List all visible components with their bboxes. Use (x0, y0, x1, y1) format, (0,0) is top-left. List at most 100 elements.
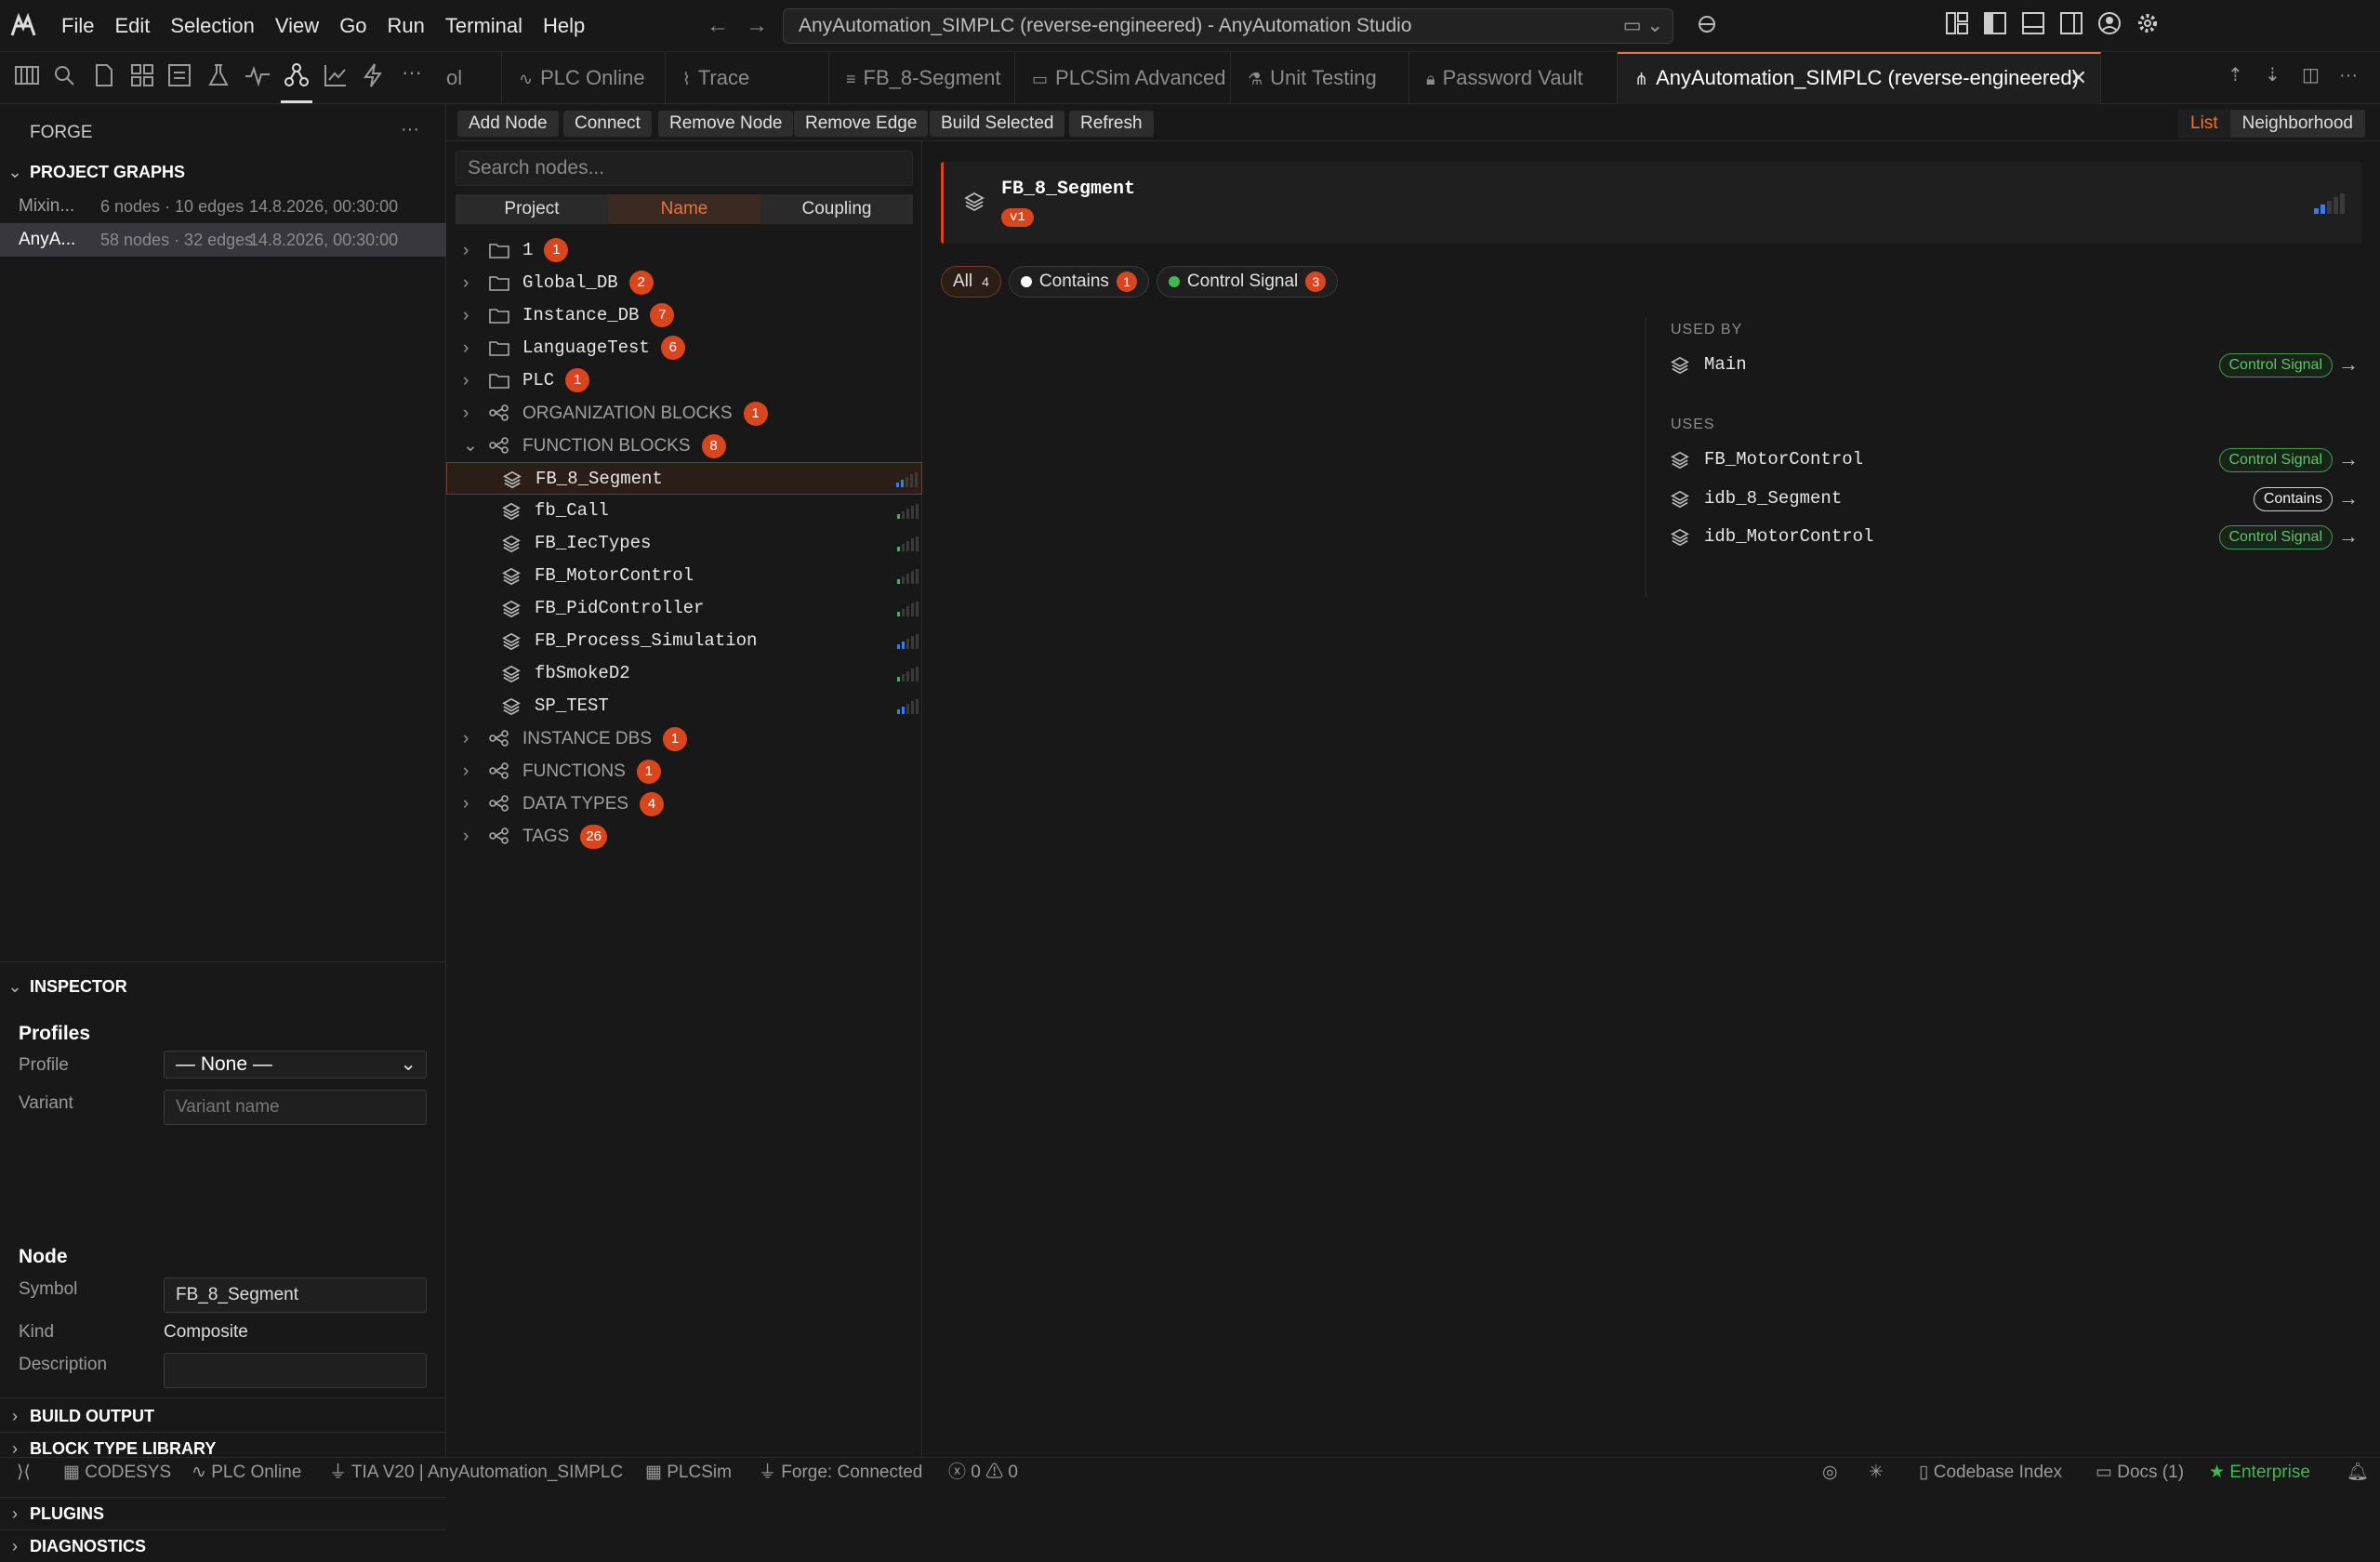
remote-icon[interactable]: ⟩⟨ (17, 1458, 31, 1488)
tree-group-global-db[interactable]: › Global_DB 2 (446, 267, 922, 299)
connect-button[interactable]: Connect (563, 111, 652, 137)
copilot-icon[interactable]: ◎ (1822, 1458, 1838, 1488)
tree-node-fb-pidcontroller[interactable]: FB_PidController (446, 592, 922, 625)
split-editor-icon[interactable]: ◫ (2302, 63, 2328, 91)
variant-input[interactable]: Variant name (164, 1090, 427, 1125)
tree-group-instance-dbs[interactable]: › INSTANCE DBS 1 (446, 722, 922, 755)
rocket-icon[interactable]: ⇡ (2228, 63, 2254, 91)
trend-chart-icon[interactable] (322, 61, 350, 89)
menu-terminal[interactable]: Terminal (445, 0, 522, 52)
plc-online-status[interactable]: ∿ PLC Online (192, 1458, 301, 1488)
flask-icon[interactable] (205, 61, 232, 89)
remove-edge-button[interactable]: Remove Edge (794, 111, 929, 137)
notifications-bell-icon[interactable]: 🔔︎ (2347, 1458, 2369, 1488)
uses-row-idb-8-segment[interactable]: idb_8_Segment Contains → (1671, 482, 2359, 515)
menu-go[interactable]: Go (339, 0, 366, 52)
menu-help[interactable]: Help (543, 0, 585, 52)
navigate-arrow-icon[interactable]: → (2338, 520, 2359, 553)
extensions-icon[interactable] (128, 61, 156, 89)
tree-group-instance-db[interactable]: › Instance_DB 7 (446, 299, 922, 332)
more-icon[interactable]: ··· (402, 61, 430, 89)
mode-coupling-tab[interactable]: Coupling (760, 194, 913, 224)
chat-icon[interactable]: ▭ ⌄ (1623, 9, 1663, 43)
build-selected-button[interactable]: Build Selected (930, 111, 1065, 137)
section-plugins[interactable]: › PLUGINS (0, 1498, 446, 1529)
tree-group-organization-blocks[interactable]: › ORGANIZATION BLOCKS 1 (446, 397, 922, 430)
tab-password-vault[interactable]: 🔒︎ Password Vault (1409, 52, 1618, 104)
tree-group-function-blocks[interactable]: ⌄ FUNCTION BLOCKS 8 (446, 430, 922, 462)
codebase-index-status[interactable]: ▯ Codebase Index (1919, 1458, 2062, 1488)
profile-select[interactable]: — None — ⌄ (164, 1051, 427, 1079)
toggle-secondary-sidebar-icon[interactable] (2059, 11, 2087, 39)
transfer-icon[interactable] (165, 61, 193, 89)
navigate-arrow-icon[interactable]: → (2338, 443, 2359, 476)
tree-group-languagetest[interactable]: › LanguageTest 6 (446, 332, 922, 364)
back-arrow-icon[interactable]: ← (707, 13, 729, 38)
rocket-off-icon[interactable]: ⇣ (2265, 63, 2291, 91)
refresh-button[interactable]: Refresh (1069, 111, 1154, 137)
problems-status[interactable]: ⓧ 0 ⚠ 0 (948, 1458, 1018, 1488)
sparkle-icon[interactable]: ✳ (1869, 1458, 1884, 1488)
tab-plcsim-advanced[interactable]: ▭ PLCSim Advanced (1015, 52, 1231, 104)
section-build-output[interactable]: › BUILD OUTPUT (0, 1400, 446, 1432)
tree-node-fb-8-segment[interactable]: FB_8_Segment (446, 462, 922, 495)
navigate-arrow-icon[interactable]: → (2338, 348, 2359, 381)
uses-row-idb-motorcontrol[interactable]: idb_MotorControl Control Signal → (1671, 520, 2359, 553)
command-center[interactable]: AnyAutomation_SIMPLC (reverse-engineered… (783, 8, 1673, 44)
tab-overflow[interactable]: ol (446, 52, 502, 104)
section-inspector[interactable]: ⌄ INSPECTOR (0, 971, 446, 1002)
section-diagnostics[interactable]: › DIAGNOSTICS (0, 1530, 446, 1562)
tree-group-functions[interactable]: › FUNCTIONS 1 (446, 755, 922, 788)
tab-trace[interactable]: ⌇ Trace (666, 52, 829, 104)
forward-arrow-icon[interactable]: → (746, 13, 768, 38)
graph-item-mixin[interactable]: Mixin... 6 nodes · 10 edges 14.8.2026, 0… (0, 190, 446, 223)
graph-item-anyautomation[interactable]: AnyA... 58 nodes · 32 edges 14.8.2026, 0… (0, 223, 446, 257)
tab-fb-8-segment[interactable]: ≡ FB_8-Segment (829, 52, 1015, 104)
used-by-row-main[interactable]: Main Control Signal → (1671, 348, 2359, 381)
customize-layout-icon[interactable] (1945, 11, 1973, 39)
agent-icon[interactable] (1694, 11, 1720, 37)
close-icon[interactable]: ✕ (2070, 54, 2087, 102)
pulse-icon[interactable] (244, 61, 271, 89)
tree-node-fb-process-simulation[interactable]: FB_Process_Simulation (446, 625, 922, 657)
view-list-button[interactable]: List (2178, 110, 2230, 138)
mode-name-tab[interactable]: Name (608, 194, 760, 224)
filter-control-signal-chip[interactable]: Control Signal 3 (1156, 266, 1339, 298)
bolt-icon[interactable] (359, 61, 387, 89)
enterprise-status[interactable]: ★ Enterprise (2209, 1458, 2310, 1488)
description-input[interactable] (164, 1353, 427, 1388)
symbol-input[interactable]: FB_8_Segment (164, 1277, 427, 1313)
toggle-primary-sidebar-icon[interactable] (1983, 11, 2011, 39)
remove-node-button[interactable]: Remove Node (658, 111, 794, 137)
menu-run[interactable]: Run (388, 0, 425, 52)
account-icon[interactable] (2097, 11, 2125, 39)
graph-forge-icon[interactable] (283, 61, 311, 89)
view-neighborhood-button[interactable]: Neighborhood (2230, 110, 2365, 138)
toggle-panel-icon[interactable] (2021, 11, 2049, 39)
search-nodes-input[interactable]: Search nodes... (456, 151, 913, 186)
section-project-graphs[interactable]: ⌄ PROJECT GRAPHS (0, 156, 446, 188)
filter-contains-chip[interactable]: Contains 1 (1008, 266, 1149, 298)
sidebar-more-icon[interactable]: ··· (401, 119, 419, 140)
explorer-files-icon[interactable] (89, 61, 117, 89)
filter-all-chip[interactable]: All 4 (941, 266, 1001, 298)
add-node-button[interactable]: Add Node (457, 111, 559, 137)
menu-file[interactable]: File (61, 0, 94, 52)
tree-group-1[interactable]: › 1 1 (446, 234, 922, 267)
tree-node-fb-call[interactable]: fb_Call (446, 495, 922, 527)
menu-edit[interactable]: Edit (114, 0, 150, 52)
more-actions-icon[interactable]: ··· (2339, 65, 2365, 93)
forge-status[interactable]: ⏚ Forge: Connected (759, 1458, 922, 1488)
menu-selection[interactable]: Selection (170, 0, 255, 52)
navigate-arrow-icon[interactable]: → (2338, 482, 2359, 515)
plcsim-status[interactable]: ▦ PLCSim (645, 1458, 732, 1488)
tree-node-fb-motorcontrol[interactable]: FB_MotorControl (446, 560, 922, 592)
tab-graph-active[interactable]: ⋔ AnyAutomation_SIMPLC (reverse-engineere… (1618, 52, 2101, 104)
search-files-icon[interactable] (50, 61, 78, 89)
tia-status[interactable]: ⏚ TIA V20 | AnyAutomation_SIMPLC (329, 1458, 623, 1488)
tree-group-tags[interactable]: › TAGS 26 (446, 820, 922, 853)
settings-gear-icon[interactable] (2135, 11, 2163, 39)
docs-status[interactable]: ▭ Docs (1) (2096, 1458, 2184, 1488)
tab-plc-online[interactable]: ∿ PLC Online (502, 52, 666, 104)
uses-row-fb-motorcontrol[interactable]: FB_MotorControl Control Signal → (1671, 443, 2359, 476)
